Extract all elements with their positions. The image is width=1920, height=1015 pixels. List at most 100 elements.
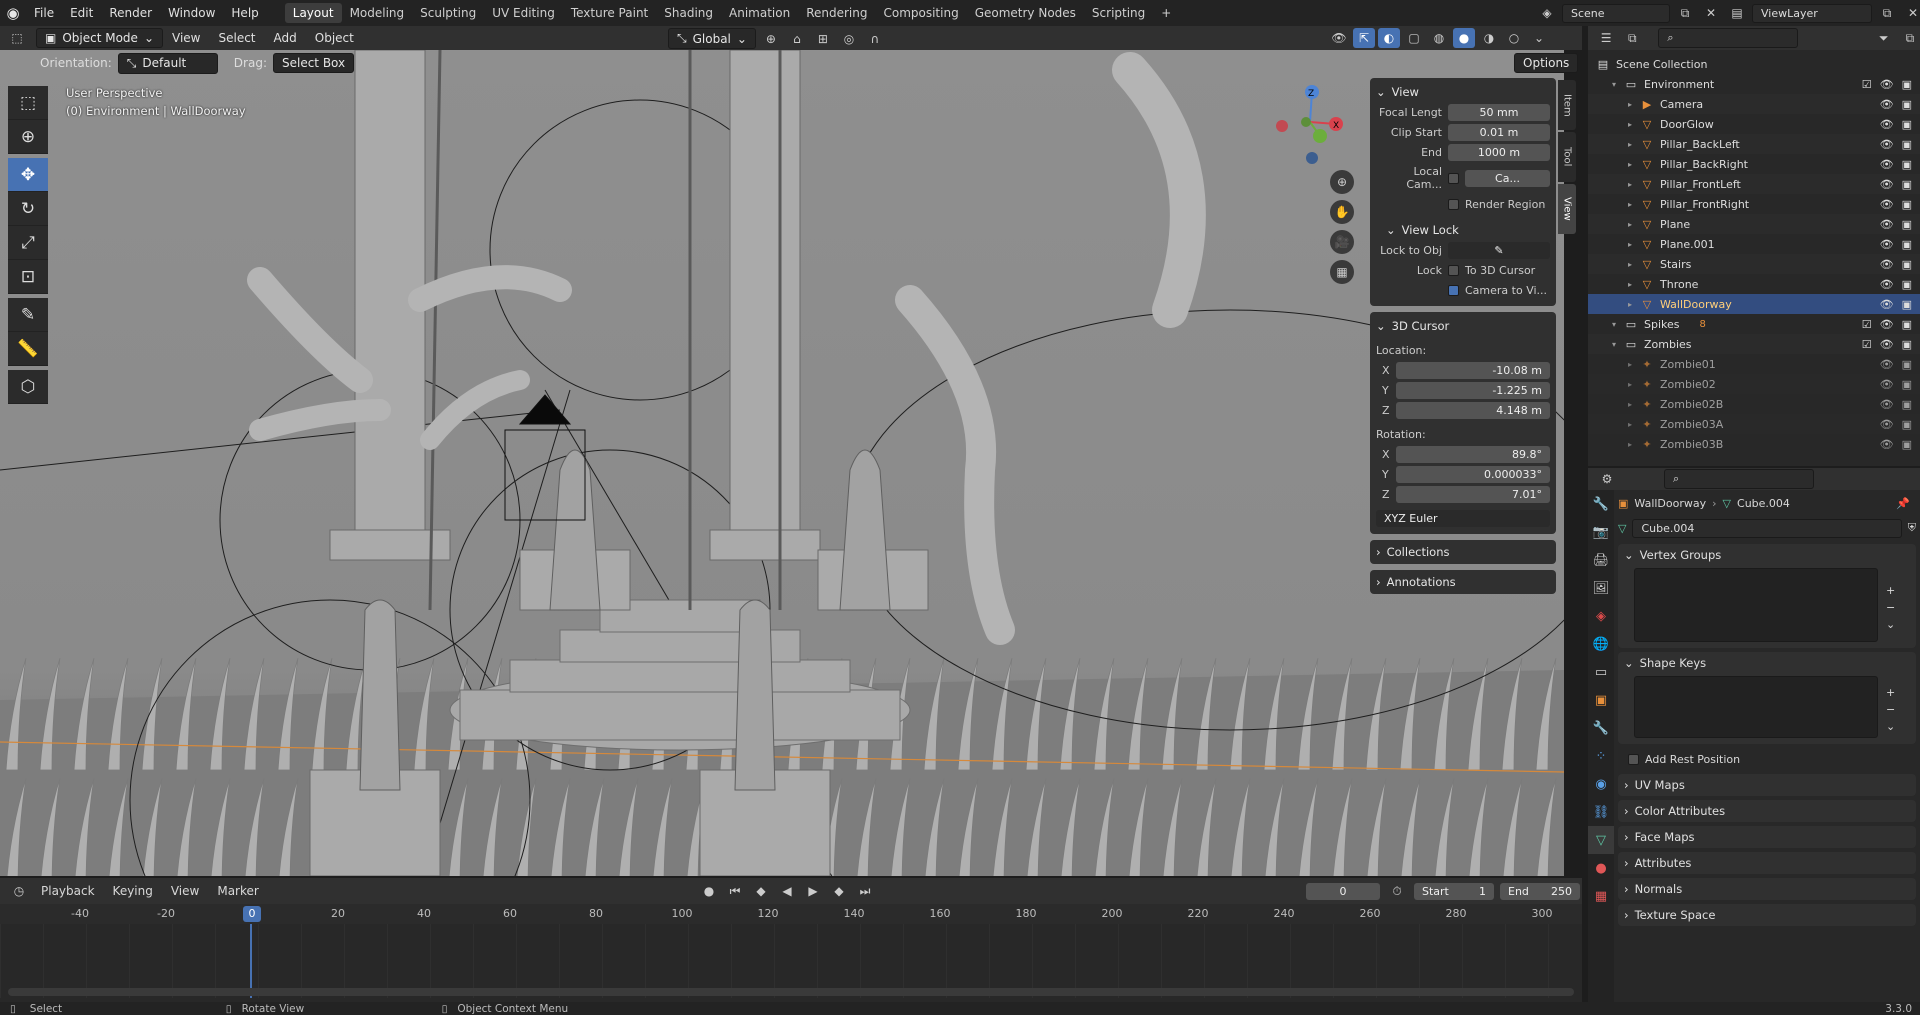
visibility-eye-icon[interactable]: 👁 xyxy=(1880,298,1894,311)
color-attributes-header[interactable]: › Color Attributes xyxy=(1624,800,1910,822)
jump-start-icon[interactable]: ⏮ xyxy=(724,881,746,901)
jump-end-icon[interactable]: ⏭ xyxy=(854,881,876,901)
gizmo-neg-z-icon[interactable] xyxy=(1306,152,1318,164)
add-workspace-button[interactable]: + xyxy=(1153,3,1179,23)
remove-vertex-group-icon[interactable]: − xyxy=(1886,601,1895,614)
new-scene-icon[interactable]: ⧉ xyxy=(1674,3,1696,23)
editor-type-outliner-icon[interactable]: ☰ xyxy=(1596,28,1616,48)
render-camera-icon[interactable]: ▣ xyxy=(1902,218,1912,231)
render-camera-icon[interactable]: ▣ xyxy=(1902,138,1912,151)
render-camera-icon[interactable]: ▣ xyxy=(1902,358,1912,371)
shading-material-icon[interactable]: ◑ xyxy=(1478,28,1500,48)
shading-solid-icon[interactable]: ● xyxy=(1453,28,1475,48)
visibility-eye-icon[interactable]: 👁 xyxy=(1880,398,1894,411)
modifiers-tab-icon[interactable]: 🔧 xyxy=(1588,714,1614,742)
exclude-checkbox-icon[interactable]: ☑ xyxy=(1862,318,1872,331)
outliner-row-zombie02[interactable]: ▸ ✦ Zombie02 👁 ▣ xyxy=(1588,374,1920,394)
vertex-group-specials-icon[interactable]: ⌄ xyxy=(1886,618,1895,631)
remove-shape-key-icon[interactable]: − xyxy=(1886,703,1895,716)
disclosure-triangle-icon[interactable]: ▸ xyxy=(1628,360,1640,369)
workspace-tab-layout[interactable]: Layout xyxy=(284,3,342,23)
3d-viewport[interactable]: User Perspective (0) Environment | WallD… xyxy=(0,50,1564,876)
visibility-eye-icon[interactable]: 👁 xyxy=(1880,358,1894,371)
workspace-tab-uv-editing[interactable]: UV Editing xyxy=(484,3,563,23)
menu-help[interactable]: Help xyxy=(223,6,266,20)
render-camera-icon[interactable]: ▣ xyxy=(1902,258,1912,271)
visibility-eye-icon[interactable]: 👁 xyxy=(1880,438,1894,451)
timeline-menu-marker[interactable]: Marker xyxy=(210,884,265,898)
disclosure-triangle-icon[interactable]: ▸ xyxy=(1628,220,1640,229)
output-tab-icon[interactable]: 🖨 xyxy=(1588,546,1614,574)
vertex-groups-header[interactable]: ⌄ Vertex Groups xyxy=(1624,544,1910,566)
constraints-tab-icon[interactable]: ⛓ xyxy=(1588,798,1614,826)
visibility-eye-icon[interactable]: 👁 xyxy=(1880,138,1894,151)
clip-end-field[interactable]: 1000 m xyxy=(1448,143,1550,161)
perspective-toggle-icon[interactable]: ▦ xyxy=(1330,260,1354,284)
add-rest-position-checkbox[interactable] xyxy=(1628,753,1639,765)
render-region-checkbox[interactable] xyxy=(1448,198,1459,210)
editor-type-3d-viewport-icon[interactable]: ⬚ xyxy=(6,28,28,48)
disclosure-triangle-icon[interactable]: ▾ xyxy=(1612,80,1624,89)
rotate-tool-icon[interactable]: ↻ xyxy=(8,192,48,226)
blender-logo-icon[interactable]: ◉ xyxy=(0,0,26,26)
render-camera-icon[interactable]: ▣ xyxy=(1902,178,1912,191)
timeline-area[interactable] xyxy=(0,924,1582,998)
pivot-point-icon[interactable]: ⊕ xyxy=(760,29,782,49)
mesh-datablock-icon[interactable]: ▽ xyxy=(1618,522,1626,535)
workspace-tab-compositing[interactable]: Compositing xyxy=(875,3,966,23)
falloff-icon[interactable]: ∩ xyxy=(864,29,886,49)
outliner-row-stairs[interactable]: ▸ ▽ Stairs 👁 ▣ xyxy=(1588,254,1920,274)
clip-start-field[interactable]: 0.01 m xyxy=(1448,123,1550,141)
add-cube-tool-icon[interactable]: ⬡ xyxy=(8,370,48,404)
cursor-location-z-field[interactable]: 4.148 m xyxy=(1396,401,1550,419)
timeline-menu-playback[interactable]: Playback xyxy=(34,884,102,898)
outliner-row-zombie03b[interactable]: ▸ ✦ Zombie03B 👁 ▣ xyxy=(1588,434,1920,454)
camera-view-icon[interactable]: 🎥 xyxy=(1330,230,1354,254)
shading-wireframe-icon[interactable]: ◍ xyxy=(1428,28,1450,48)
current-frame-indicator[interactable]: 0 xyxy=(243,906,261,922)
rotation-mode-dropdown[interactable]: XYZ Euler xyxy=(1376,509,1550,527)
view-lock-header[interactable]: ⌄ View Lock xyxy=(1376,220,1550,240)
lock-to-object-field[interactable]: ✎ xyxy=(1448,241,1550,259)
exclude-checkbox-icon[interactable]: ☑ xyxy=(1862,78,1872,91)
viewport-menu-add[interactable]: Add xyxy=(265,31,306,45)
workspace-tab-modeling[interactable]: Modeling xyxy=(342,3,413,23)
3d-cursor-header[interactable]: ⌄ 3D Cursor xyxy=(1376,316,1550,336)
workspace-tab-texture-paint[interactable]: Texture Paint xyxy=(563,3,656,23)
visibility-eye-icon[interactable]: 👁 xyxy=(1880,158,1894,171)
select-box-tool-icon[interactable]: ⬚ xyxy=(8,86,48,120)
gizmo-neg-x-icon[interactable] xyxy=(1276,120,1288,132)
disclosure-triangle-icon[interactable]: ▸ xyxy=(1628,100,1640,109)
workspace-tab-scripting[interactable]: Scripting xyxy=(1084,3,1153,23)
cursor-rotation-z-field[interactable]: 7.01° xyxy=(1396,485,1550,503)
disclosure-triangle-icon[interactable]: ▸ xyxy=(1628,140,1640,149)
normals-header[interactable]: › Normals xyxy=(1624,878,1910,900)
mesh-data-tab-icon[interactable]: ▽ xyxy=(1588,826,1614,854)
transform-orientation-dropdown[interactable]: ⤡ Global ⌄ xyxy=(668,28,756,49)
fake-user-shield-icon[interactable]: ⛨ xyxy=(1908,521,1916,535)
view-layer-icon[interactable]: ▤ xyxy=(1726,3,1748,23)
outliner-row-zombie03a[interactable]: ▸ ✦ Zombie03A 👁 ▣ xyxy=(1588,414,1920,434)
disclosure-triangle-icon[interactable]: ▸ xyxy=(1628,400,1640,409)
outliner-row-zombie01[interactable]: ▸ ✦ Zombie01 👁 ▣ xyxy=(1588,354,1920,374)
disclosure-triangle-icon[interactable]: ▸ xyxy=(1628,120,1640,129)
drag-dropdown[interactable]: Select Box xyxy=(272,53,355,73)
mesh-datablock-field[interactable]: Cube.004 xyxy=(1632,518,1902,538)
add-shape-key-icon[interactable]: + xyxy=(1886,686,1895,699)
proportional-editing-icon[interactable]: ◎ xyxy=(838,29,860,49)
world-tab-icon[interactable]: 🌐 xyxy=(1588,630,1614,658)
outliner-search-input[interactable]: ⌕ xyxy=(1658,28,1798,48)
visibility-eye-icon[interactable]: 👁 xyxy=(1880,378,1894,391)
properties-search-input[interactable]: ⌕ xyxy=(1664,469,1814,489)
local-camera-checkbox[interactable] xyxy=(1448,172,1459,184)
menu-edit[interactable]: Edit xyxy=(62,6,101,20)
disclosure-triangle-icon[interactable]: ▸ xyxy=(1628,420,1640,429)
visibility-eye-icon[interactable]: 👁 xyxy=(1880,238,1894,251)
outliner-row-walldoorway[interactable]: ▸ ▽ WallDoorway 👁 ▣ xyxy=(1588,294,1920,314)
render-camera-icon[interactable]: ▣ xyxy=(1902,438,1912,451)
menu-window[interactable]: Window xyxy=(160,6,223,20)
annotate-tool-icon[interactable]: ✎ xyxy=(8,298,48,332)
jump-keyframe-back-icon[interactable]: ◆ xyxy=(750,881,772,901)
tab-tool[interactable]: Tool xyxy=(1558,132,1576,182)
scene-collection-row[interactable]: ▤ Scene Collection xyxy=(1588,54,1920,74)
